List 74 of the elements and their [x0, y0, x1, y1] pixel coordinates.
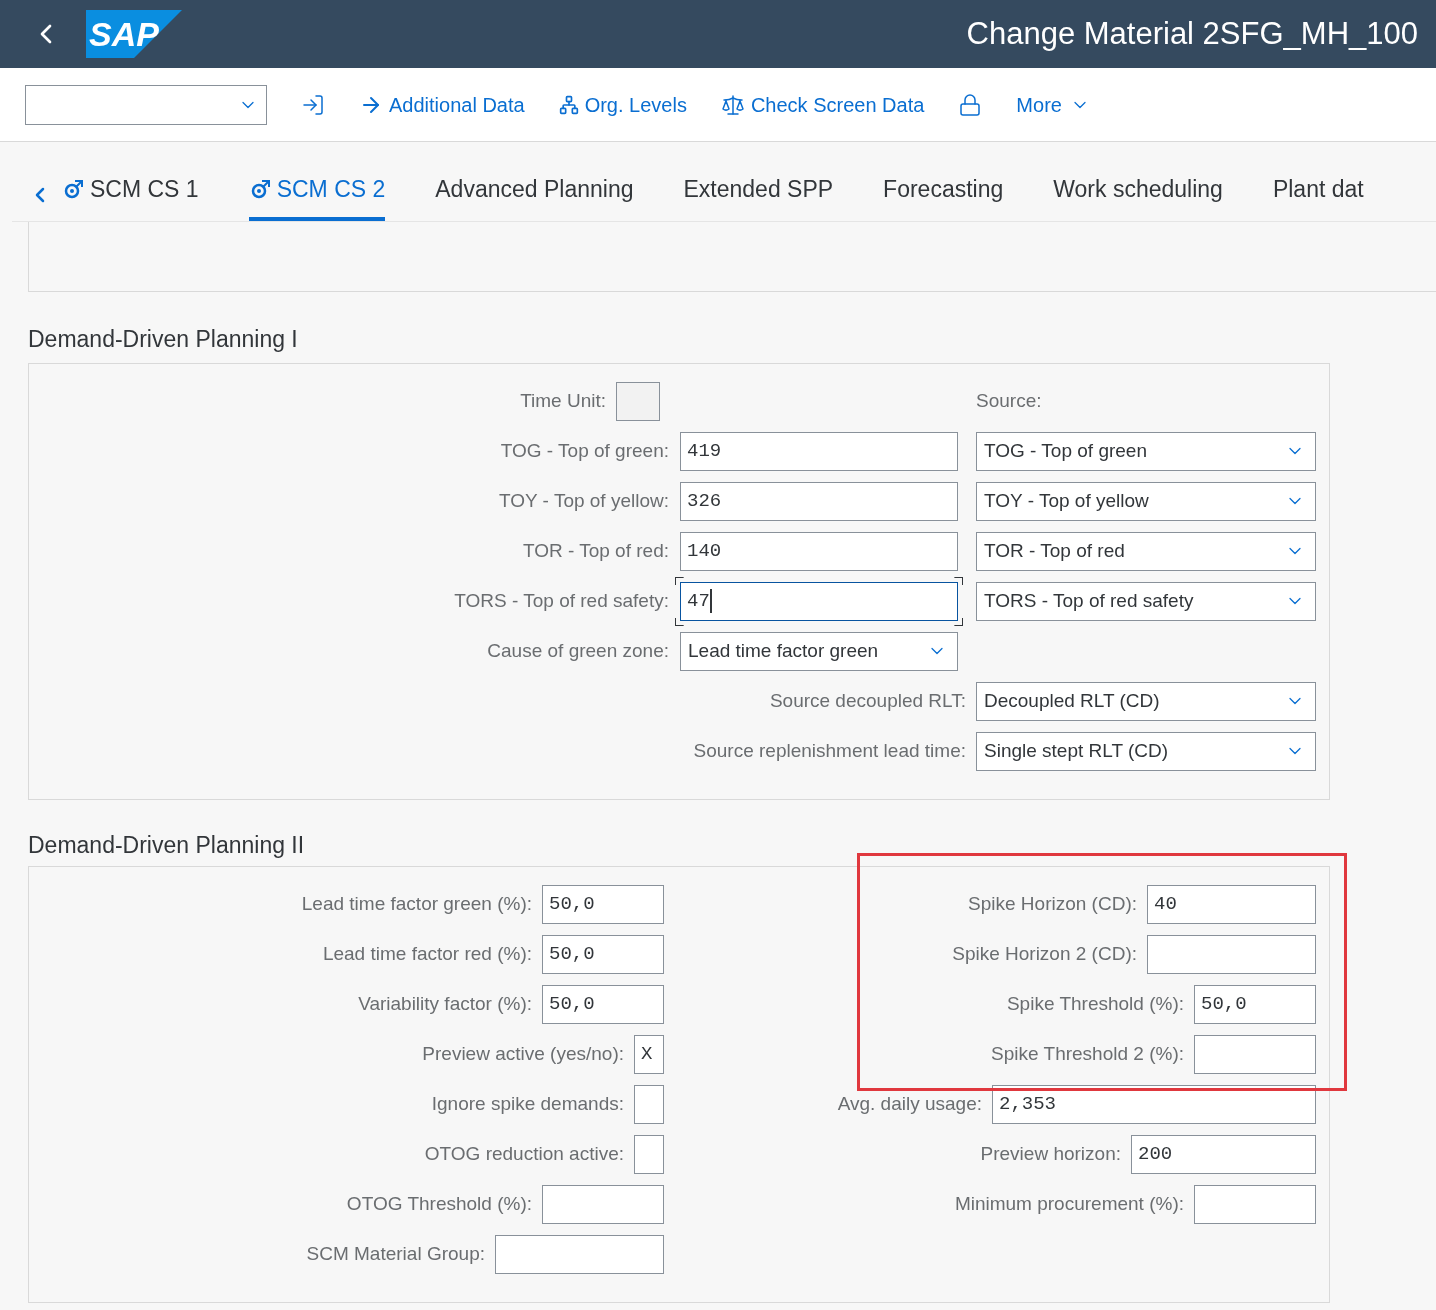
field-label: Variability factor (%): — [358, 992, 532, 1017]
field-label: TOY - Top of yellow: — [498, 488, 669, 513]
focus-corners-icon — [675, 576, 963, 626]
text-field[interactable]: 326 — [680, 481, 958, 521]
text-field[interactable]: 40 — [1147, 885, 1316, 924]
text-field[interactable] — [542, 1185, 664, 1224]
field-label: Spike Horizon 2 (CD): — [952, 942, 1137, 967]
text-field[interactable] — [634, 1135, 664, 1174]
hierarchy-icon — [558, 94, 579, 115]
page-title: Change Material 2SFG_MH_100 — [966, 14, 1419, 53]
text-field[interactable]: 50,0 — [542, 935, 664, 974]
dropdown-field[interactable] — [25, 84, 267, 125]
section-title: Demand-Driven Planning I — [28, 325, 299, 354]
field-label: OTOG Threshold (%): — [346, 1192, 532, 1217]
field-label: Spike Horizon (CD): — [968, 892, 1137, 917]
dropdown-field[interactable]: Single stept RLT (CD) — [976, 731, 1316, 771]
text-field[interactable] — [495, 1235, 664, 1274]
field-label: Minimum procurement (%): — [954, 1192, 1184, 1217]
more-menu-button[interactable]: More — [1016, 89, 1090, 120]
scale-icon — [720, 92, 745, 117]
text-field[interactable]: 50,0 — [1194, 985, 1316, 1024]
text-field[interactable]: 2,353 — [992, 1085, 1316, 1124]
field-label: Cause of green zone: — [487, 638, 669, 663]
field-label: Source replenishment lead time: — [693, 738, 966, 763]
tab[interactable]: Work scheduling — [1053, 165, 1223, 221]
text-field[interactable]: 200 — [1131, 1135, 1316, 1174]
dropdown-field[interactable]: Lead time factor green — [680, 631, 958, 671]
field-label: Preview active (yes/no): — [422, 1042, 624, 1067]
text-field[interactable]: X — [634, 1035, 664, 1074]
field-label: Preview horizon: — [980, 1142, 1121, 1167]
field-label: TORS - Top of red safety: — [454, 588, 669, 613]
tab[interactable]: Plant dat — [1272, 165, 1364, 221]
toolbar-button[interactable]: Check Screen Data — [720, 89, 925, 120]
export-icon — [301, 92, 325, 117]
text-field[interactable]: 140 — [680, 531, 958, 571]
tab[interactable]: Advanced Planning — [435, 165, 634, 221]
field-label: Avg. daily usage: — [837, 1092, 982, 1117]
text-field[interactable] — [1194, 1185, 1316, 1224]
tab[interactable]: Forecasting — [883, 165, 1004, 221]
field-label: OTOG reduction active: — [424, 1142, 624, 1167]
tab[interactable]: SCM CS 2 — [248, 165, 386, 221]
text-field[interactable]: 50,0 — [542, 885, 664, 924]
text-field[interactable] — [1194, 1035, 1316, 1074]
dropdown-field[interactable]: TOY - Top of yellow — [976, 481, 1316, 521]
toolbar-button[interactable] — [958, 92, 983, 117]
toolbar-button[interactable] — [301, 92, 325, 117]
logo: SAP — [86, 10, 182, 58]
section-title: Demand-Driven Planning II — [28, 830, 306, 860]
dropdown-field[interactable]: TORS - Top of red safety — [976, 581, 1316, 621]
field-label: Spike Threshold 2 (%): — [991, 1042, 1184, 1067]
field-label: TOR - Top of red: — [522, 538, 669, 563]
field-label: Time Unit: — [520, 388, 606, 413]
lock-icon — [958, 92, 983, 117]
tab[interactable]: Extended SPP — [683, 165, 834, 221]
field-label: TOG - Top of green: — [500, 438, 669, 463]
field-label: Lead time factor green (%): — [301, 892, 532, 917]
text-field[interactable]: 419 — [680, 431, 958, 471]
text-field[interactable]: 50,0 — [542, 985, 664, 1024]
field-label: SCM Material Group: — [306, 1242, 485, 1267]
field-label: Ignore spike demands: — [431, 1092, 624, 1117]
field-label: Source decoupled RLT: — [769, 688, 966, 713]
dropdown-field[interactable]: TOR - Top of red — [976, 531, 1316, 571]
field-label: Lead time factor red (%): — [322, 942, 532, 967]
text-field[interactable]: 47 — [680, 581, 958, 621]
dropdown-field[interactable]: Decoupled RLT (CD) — [976, 681, 1316, 721]
toolbar-button[interactable]: Additional Data — [359, 89, 525, 120]
tab[interactable]: SCM CS 1 — [62, 165, 199, 221]
field-label: Source: — [976, 388, 1042, 413]
dropdown-field[interactable]: TOG - Top of green — [976, 431, 1316, 471]
text-field[interactable] — [634, 1085, 664, 1124]
toolbar-button[interactable]: Org. Levels — [558, 89, 687, 120]
text-field[interactable] — [1147, 935, 1316, 974]
field-label: Spike Threshold (%): — [1006, 992, 1184, 1017]
input-field[interactable] — [616, 381, 660, 421]
